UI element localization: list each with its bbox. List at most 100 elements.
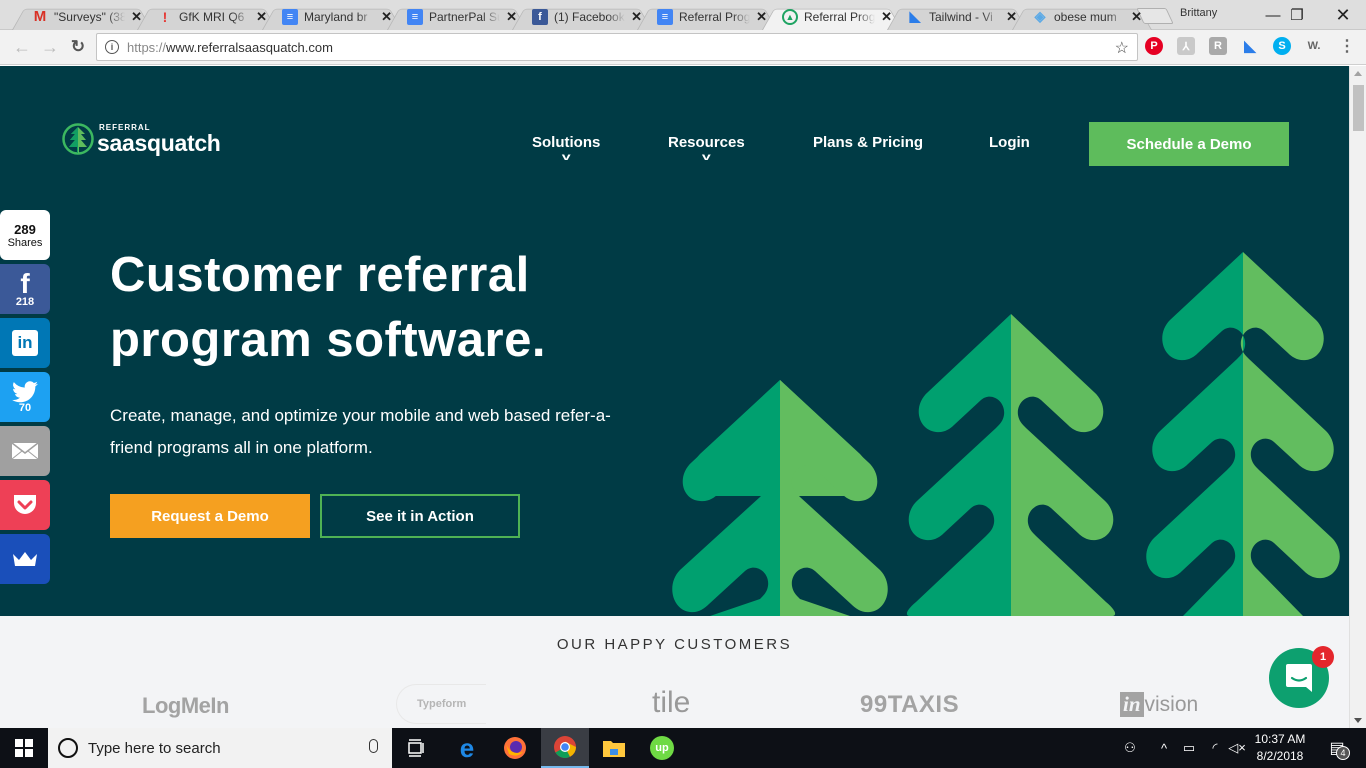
file-explorer-icon[interactable] — [590, 728, 638, 768]
tailwind-icon[interactable]: ◣ — [1241, 37, 1259, 55]
close-tab-icon[interactable]: ✕ — [256, 9, 267, 25]
hero-section: REFERRAL saasquatch Solutions v Resource… — [0, 66, 1349, 616]
customers-heading: OUR HAPPY CUSTOMERS — [556, 636, 793, 653]
chat-bubble-icon — [1286, 664, 1312, 692]
edge-icon[interactable]: e — [443, 728, 491, 768]
info-icon[interactable]: i — [105, 40, 119, 54]
see-it-in-action-button[interactable]: See it in Action — [320, 494, 520, 538]
tree-logo-icon — [62, 123, 94, 155]
tab-gmail[interactable]: M "Surveys" (38 ✕ — [12, 3, 152, 30]
wifi-icon[interactable]: ◜ — [1204, 728, 1226, 768]
w-extension-icon[interactable]: W. — [1303, 37, 1325, 55]
task-view-icon[interactable] — [392, 728, 440, 768]
close-tab-icon[interactable]: ✕ — [506, 9, 517, 25]
address-bar[interactable]: i https://www.referralsaasquatch.com ☆ — [96, 33, 1138, 61]
profile-name[interactable]: Brittany — [1180, 7, 1217, 19]
tab-maryland[interactable]: ≡ Maryland br ✕ — [262, 3, 402, 30]
nav-resources[interactable]: Resources v — [668, 134, 745, 163]
browser-toolbar: ← → ↻ i https://www.referralsaasquatch.c… — [0, 30, 1366, 65]
close-tab-icon[interactable]: ✕ — [1006, 9, 1017, 25]
share-sumo-button[interactable] — [0, 534, 50, 584]
battery-icon[interactable]: ▭ — [1178, 728, 1200, 768]
taskbar-search-box[interactable]: Type here to search — [48, 728, 392, 768]
gmail-icon: M — [33, 8, 47, 25]
nav-login[interactable]: Login — [989, 134, 1030, 151]
customer-logo-invision: in vision — [1120, 692, 1198, 717]
tab-partnerpal[interactable]: ≡ PartnerPal Su ✕ — [387, 3, 527, 30]
reload-button[interactable]: ↻ — [66, 35, 90, 59]
close-tab-icon[interactable]: ✕ — [631, 9, 642, 25]
facebook-icon: f — [532, 8, 548, 25]
windows-logo-icon — [15, 739, 33, 757]
firefox-icon[interactable] — [491, 728, 539, 768]
show-hidden-icons-chevron[interactable]: ^ — [1154, 728, 1174, 768]
google-docs-icon: ≡ — [407, 8, 423, 25]
system-clock[interactable]: 10:37 AM 8/2/2018 — [1250, 731, 1310, 765]
pocket-icon — [14, 495, 36, 514]
customer-logo-99taxis: 99TAXIS — [860, 691, 960, 718]
twitter-bird-icon — [12, 380, 38, 402]
hero-headline: Customer referral program software. — [110, 248, 546, 367]
close-window-button[interactable]: ✕ — [1320, 0, 1366, 30]
customer-logo-tile: tile — [652, 686, 691, 719]
notification-count: 4 — [1336, 746, 1350, 760]
volume-muted-icon[interactable]: ◁× — [1226, 728, 1248, 768]
upwork-icon[interactable]: up — [638, 728, 686, 768]
close-tab-icon[interactable]: ✕ — [881, 9, 892, 25]
share-linkedin-button[interactable]: in — [0, 318, 50, 368]
share-twitter-button[interactable]: 70 — [0, 372, 50, 422]
facebook-icon: f — [20, 267, 30, 299]
chrome-icon[interactable] — [541, 728, 589, 768]
vertical-scrollbar[interactable] — [1349, 66, 1366, 728]
r-extension-icon[interactable]: R — [1209, 37, 1227, 55]
chat-notification-badge: 1 — [1312, 646, 1334, 668]
tab-referral-doc[interactable]: ≡ Referral Prog ✕ — [637, 3, 777, 30]
close-tab-icon[interactable]: ✕ — [381, 9, 392, 25]
browser-tab-strip: M "Surveys" (38 ✕ ! GfK MRI Q6 ✕ ≡ Maryl… — [0, 0, 1366, 30]
tree-small — [672, 380, 888, 616]
scroll-down-arrow[interactable] — [1354, 718, 1362, 723]
start-button[interactable] — [0, 728, 48, 768]
scroll-up-arrow[interactable] — [1354, 71, 1362, 76]
nav-solutions[interactable]: Solutions v — [532, 134, 600, 163]
envelope-icon — [11, 442, 39, 460]
google-docs-icon: ≡ — [657, 8, 673, 25]
linkedin-icon: in — [12, 330, 38, 356]
share-facebook-button[interactable]: f 218 — [0, 264, 50, 314]
bookmark-star-icon[interactable]: ☆ — [1115, 38, 1129, 58]
pinterest-icon[interactable]: P — [1145, 37, 1163, 55]
close-tab-icon[interactable]: ✕ — [131, 9, 142, 25]
skype-icon[interactable]: S — [1273, 37, 1291, 55]
tailwind-icon: ◣ — [909, 8, 921, 24]
share-pocket-button[interactable] — [0, 480, 50, 530]
restore-button[interactable]: ❐ — [1274, 0, 1320, 30]
share-email-button[interactable] — [0, 426, 50, 476]
tab-tailwind[interactable]: ◣ Tailwind - Vi ✕ — [887, 3, 1027, 30]
saasquatch-logo[interactable]: REFERRAL saasquatch — [62, 122, 221, 156]
tree-large — [1146, 252, 1340, 616]
tree-illustration — [672, 252, 1340, 616]
menu-icon[interactable]: ⋮ — [1338, 37, 1356, 55]
action-center-button[interactable]: ▤ 4 — [1322, 728, 1352, 768]
share-total: 289 Shares — [0, 210, 50, 260]
pdf-icon[interactable]: ⅄ — [1177, 37, 1195, 55]
close-tab-icon[interactable]: ✕ — [756, 9, 767, 25]
scroll-thumb[interactable] — [1353, 85, 1364, 131]
close-tab-icon[interactable]: ✕ — [1131, 9, 1142, 25]
chevron-down-icon: v — [561, 152, 571, 163]
back-button[interactable]: ← — [10, 35, 34, 59]
tab-referral-saasquatch[interactable]: ▲ Referral Prog ✕ — [762, 3, 902, 30]
schedule-demo-button[interactable]: Schedule a Demo — [1089, 122, 1289, 166]
tree-medium — [906, 314, 1116, 616]
microphone-icon[interactable] — [369, 739, 378, 753]
people-icon[interactable]: ⚇ — [1118, 728, 1142, 768]
tab-obese-mum[interactable]: ◈ obese mum ✕ — [1012, 3, 1152, 30]
web-page: REFERRAL saasquatch Solutions v Resource… — [0, 66, 1349, 728]
diamond-icon: ◈ — [1034, 8, 1046, 24]
tab-facebook[interactable]: f (1) Facebook ✕ — [512, 3, 652, 30]
tab-gfk[interactable]: ! GfK MRI Q6 ✕ — [137, 3, 277, 30]
nav-plans-pricing[interactable]: Plans & Pricing — [813, 134, 923, 151]
cortana-icon — [58, 738, 78, 758]
request-demo-button[interactable]: Request a Demo — [110, 494, 310, 538]
forward-button[interactable]: → — [38, 35, 62, 59]
